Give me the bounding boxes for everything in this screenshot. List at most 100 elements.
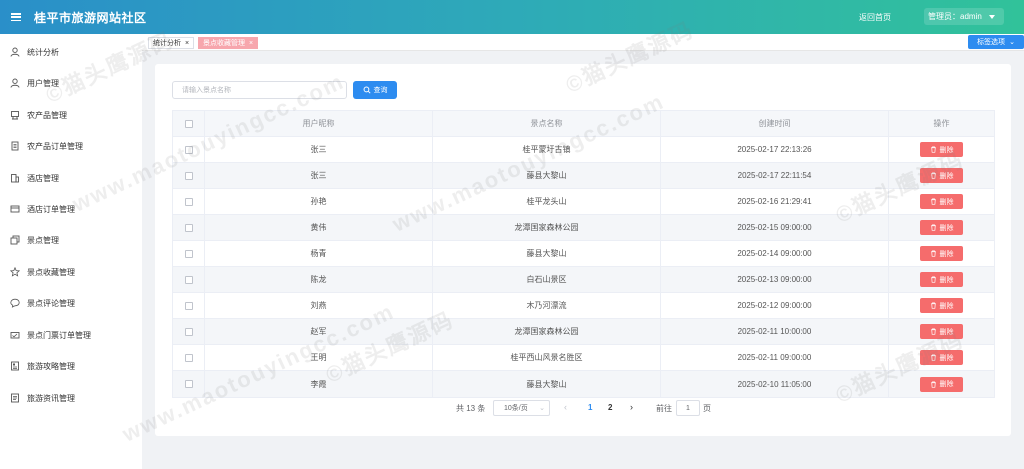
row-select-cell xyxy=(173,215,205,240)
cell-user: 刘燕 xyxy=(205,293,433,318)
cell-spot: 藤县大黎山 xyxy=(433,371,661,397)
sidebar-item-products[interactable]: 农产品管理 xyxy=(0,105,142,125)
row-checkbox[interactable] xyxy=(184,353,193,362)
goto-page-input[interactable] xyxy=(676,400,700,416)
cell-spot: 桂平蒙圩古镇 xyxy=(433,137,661,162)
cell-actions: 删除 xyxy=(889,319,994,344)
delete-button[interactable]: 删除 xyxy=(920,272,963,287)
sidebar-item-hotel-orders[interactable]: 酒店订单管理 xyxy=(0,199,142,219)
cell-user: 王明 xyxy=(205,345,433,370)
close-icon[interactable]: × xyxy=(249,40,253,47)
cell-user: 黄伟 xyxy=(205,215,433,240)
sidebar-item-news[interactable]: 旅游资讯管理 xyxy=(0,388,142,408)
sidebar-item-label: 旅游攻略管理 xyxy=(27,361,75,371)
sidebar-item-label: 酒店管理 xyxy=(27,173,59,183)
sidebar-item-users[interactable]: 用户管理 xyxy=(0,73,142,93)
sidebar-item-label: 用户管理 xyxy=(27,78,59,88)
row-checkbox[interactable] xyxy=(184,249,193,258)
tab-statistics[interactable]: 统计分析 × xyxy=(148,37,195,49)
search-input[interactable] xyxy=(172,81,347,99)
copy-icon xyxy=(10,235,20,245)
cell-spot: 白石山景区 xyxy=(433,267,661,292)
sidebar-item-label: 农产品管理 xyxy=(27,110,67,120)
tab-favorites[interactable]: 景点收藏管理 × xyxy=(198,37,259,49)
cell-spot: 桂平龙头山 xyxy=(433,189,661,214)
search-button[interactable]: 查询 xyxy=(353,81,397,99)
cell-time: 2025-02-16 21:29:41 xyxy=(661,189,889,214)
trash-icon xyxy=(930,328,936,335)
delete-button[interactable]: 删除 xyxy=(920,350,963,365)
sidebar-item-statistics[interactable]: 统计分析 xyxy=(0,42,142,62)
delete-button[interactable]: 删除 xyxy=(920,376,963,392)
delete-button[interactable]: 删除 xyxy=(920,220,963,235)
cell-time: 2025-02-15 09:00:00 xyxy=(661,215,889,240)
favorites-table: 用户昵称 景点名称 创建时间 操作 张三 桂平蒙圩古镇 2025-02-17 22:… xyxy=(172,110,995,398)
next-page-button[interactable]: › xyxy=(630,402,633,412)
row-select-cell xyxy=(173,137,205,162)
cell-spot: 藤县大黎山 xyxy=(433,163,661,188)
delete-button[interactable]: 删除 xyxy=(920,194,963,209)
trash-icon xyxy=(930,224,936,231)
sidebar-item-ticket-orders[interactable]: 景点门票订单管理 xyxy=(0,325,142,345)
delete-button[interactable]: 删除 xyxy=(920,324,963,339)
row-checkbox[interactable] xyxy=(184,275,193,284)
cell-actions: 删除 xyxy=(889,137,994,162)
row-checkbox[interactable] xyxy=(184,301,193,310)
card-icon xyxy=(10,204,20,214)
cell-spot: 龙潭国家森林公园 xyxy=(433,215,661,240)
delete-label: 删除 xyxy=(939,250,954,258)
delete-button[interactable]: 删除 xyxy=(920,246,963,261)
page-size-value: 10条/页 xyxy=(504,405,528,412)
row-select-cell xyxy=(173,189,205,214)
home-link[interactable]: 返回首页 xyxy=(859,12,891,23)
prev-page-button[interactable]: ‹ xyxy=(564,402,567,412)
delete-button[interactable]: 删除 xyxy=(920,298,963,313)
sidebar-item-favorites[interactable]: 景点收藏管理 xyxy=(0,262,142,282)
admin-dropdown[interactable]: 管理员：admin xyxy=(924,8,1004,25)
header-time: 创建时间 xyxy=(661,111,889,136)
menu-toggle-icon[interactable] xyxy=(11,13,21,21)
sidebar-item-product-orders[interactable]: 农产品订单管理 xyxy=(0,136,142,156)
page-number-1[interactable]: 1 xyxy=(588,403,592,412)
trash-icon xyxy=(930,250,936,257)
cell-actions: 删除 xyxy=(889,345,994,370)
sidebar-item-comments[interactable]: 景点评论管理 xyxy=(0,293,142,313)
search-icon xyxy=(363,86,371,94)
sidebar-item-label: 农产品订单管理 xyxy=(27,141,83,151)
table-row: 张三 桂平蒙圩古镇 2025-02-17 22:13:26 删除 xyxy=(173,137,994,163)
cell-spot: 木乃河漂流 xyxy=(433,293,661,318)
document-icon xyxy=(10,393,20,403)
header-user: 用户昵称 xyxy=(205,111,433,136)
tab-label: 景点收藏管理 xyxy=(203,40,245,47)
delete-button[interactable]: 删除 xyxy=(920,142,963,157)
sidebar-item-attractions[interactable]: 景点管理 xyxy=(0,230,142,250)
close-icon[interactable]: × xyxy=(185,40,189,47)
page-size-select[interactable]: 10条/页 ⌄ xyxy=(493,400,550,416)
cell-user: 赵军 xyxy=(205,319,433,344)
sidebar-item-label: 酒店订单管理 xyxy=(27,204,75,214)
page-number-2[interactable]: 2 xyxy=(608,403,612,412)
row-checkbox[interactable] xyxy=(184,223,193,232)
select-all-cell xyxy=(173,111,205,136)
cell-spot: 龙潭国家森林公园 xyxy=(433,319,661,344)
row-select-cell xyxy=(173,267,205,292)
user-icon xyxy=(10,78,20,88)
row-checkbox[interactable] xyxy=(184,197,193,206)
delete-button[interactable]: 删除 xyxy=(920,168,963,183)
row-checkbox[interactable] xyxy=(184,327,193,336)
row-checkbox[interactable] xyxy=(184,171,193,180)
select-all-checkbox[interactable] xyxy=(184,119,193,128)
sidebar-item-guides[interactable]: 旅游攻略管理 xyxy=(0,356,142,376)
header-actions: 操作 xyxy=(933,119,950,128)
row-checkbox[interactable] xyxy=(184,145,193,154)
row-checkbox[interactable] xyxy=(184,380,193,388)
cell-actions: 删除 xyxy=(889,189,994,214)
trash-icon xyxy=(930,302,936,309)
pagination-total: 共 13 条 xyxy=(456,404,486,413)
delete-label: 删除 xyxy=(939,172,954,180)
cell-actions: 删除 xyxy=(889,293,994,318)
sidebar-item-hotels[interactable]: 酒店管理 xyxy=(0,168,142,188)
admin-label: 管理员：admin xyxy=(928,12,982,21)
cell-user: 张三 xyxy=(205,163,433,188)
tab-options-button[interactable]: 标签选项 ⌄ xyxy=(968,35,1024,49)
